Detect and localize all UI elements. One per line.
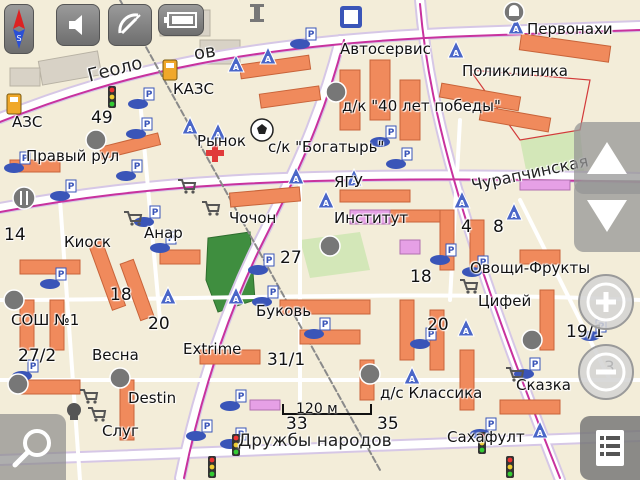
- poi-label-rynok: Рынок: [197, 132, 246, 150]
- poi-label-dk: д/к "40 лет победы": [342, 97, 501, 115]
- poi-label-ovoshi: Овощи-Фрукты: [470, 259, 591, 277]
- poi-label-sk: с/к "Богатырь": [268, 138, 385, 156]
- house-number: 18: [110, 285, 132, 305]
- poi-label-slug: Слуг: [102, 422, 139, 440]
- poi-label-pravyi: Правый рул: [26, 147, 120, 165]
- zoom-out-button[interactable]: [578, 344, 634, 400]
- poi-label-chochon: Чочон: [229, 209, 277, 227]
- zoom-out-icon: [586, 352, 626, 392]
- house-number: 27: [280, 248, 302, 268]
- poi-label-avtoservis: Автосервис: [340, 40, 431, 58]
- arrow-down-icon: [587, 200, 627, 232]
- house-number: 14: [4, 225, 26, 245]
- scale-label: 120 м: [296, 401, 338, 417]
- house-number: 20: [148, 314, 170, 334]
- battery-button[interactable]: [158, 4, 204, 36]
- menu-list-icon: [596, 430, 624, 466]
- poi-label-kazs: КАЗС: [173, 80, 215, 98]
- poi-label-bukov: Буковь: [256, 302, 312, 320]
- house-number: 49: [91, 108, 113, 128]
- battery-icon: [164, 12, 197, 28]
- house-number: 31/1: [267, 350, 306, 370]
- satellite-button[interactable]: [108, 4, 152, 46]
- poi-label-vesna: Весна: [92, 346, 139, 364]
- street-label-druzhby: Дружбы народов: [238, 431, 392, 451]
- house-number: 27/2: [18, 346, 57, 366]
- satellite-dish-icon: [118, 13, 141, 35]
- street-label-ov: ов: [192, 40, 217, 65]
- house-number: 20: [427, 315, 449, 335]
- zoom-in-button[interactable]: [578, 274, 634, 330]
- compass-s-label: S: [16, 34, 21, 43]
- search-button[interactable]: [0, 414, 66, 480]
- poi-label-ds: д/с Классика: [380, 384, 483, 402]
- poi-label-azs: АЗС: [12, 113, 43, 131]
- compass-icon: S: [13, 9, 25, 49]
- speaker-icon: [69, 15, 82, 35]
- poi-label-poliklinika: Поликлиника: [462, 62, 568, 80]
- poi-label-kiosk: Киоск: [64, 233, 111, 251]
- poi-label-institut: Институт: [334, 209, 409, 227]
- poi-label-anar: Анар: [144, 224, 183, 242]
- sound-button[interactable]: [56, 4, 100, 46]
- compass-button[interactable]: S: [4, 4, 34, 54]
- house-number: 4: [461, 217, 472, 237]
- arrow-up-icon: [587, 142, 627, 174]
- scroll-down-button[interactable]: [574, 180, 640, 252]
- menu-button[interactable]: [580, 416, 640, 480]
- poi-label-extrime: Extrime: [183, 340, 242, 358]
- poi-label-sakhafult: Сахафулт: [447, 428, 525, 446]
- house-number: 8: [493, 217, 504, 237]
- zoom-in-icon: [586, 282, 626, 322]
- poi-label-yagu: ЯГУ: [334, 173, 363, 191]
- house-number: 18: [410, 267, 432, 287]
- search-icon: [12, 429, 51, 468]
- poi-label-cifei: Цифей: [478, 292, 532, 310]
- poi-label-sosh: СОШ №1: [11, 311, 80, 329]
- poi-label-pervonakhi: Первонахи: [527, 20, 613, 38]
- poi-label-skazka: Сказка: [516, 376, 571, 394]
- poi-label-destin: Destin: [128, 389, 177, 407]
